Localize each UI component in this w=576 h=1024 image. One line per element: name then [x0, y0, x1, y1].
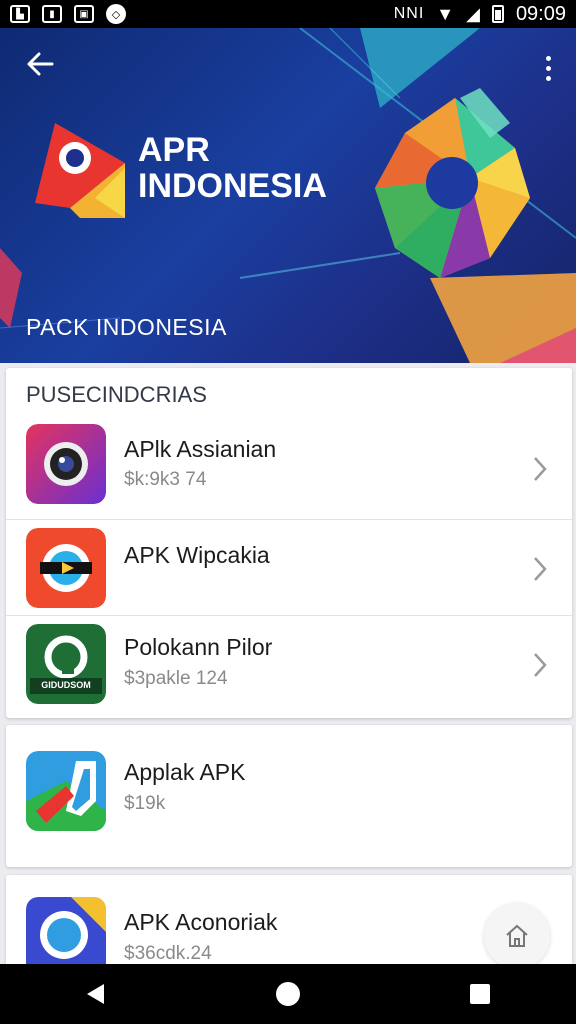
- signal-text: NNI: [393, 5, 425, 22]
- hero-banner: APR INDONESIA PACK INDONESIA: [0, 28, 576, 363]
- list-item[interactable]: GIDUDSOM Polokann Pilor $3pakle 124: [6, 616, 572, 712]
- app-name: Applak APK: [124, 759, 246, 785]
- app-name: APK Aconoriak: [124, 909, 278, 935]
- navigation-bar: [0, 964, 576, 1024]
- app-icon-label: GIDUDSOM: [41, 680, 91, 690]
- list-item[interactable]: APK Wipcakia: [6, 520, 572, 616]
- sync-icon: ◇: [106, 4, 126, 24]
- nav-back-icon[interactable]: [66, 969, 126, 1019]
- image-icon: ▣: [74, 5, 94, 23]
- back-arrow-icon[interactable]: [20, 48, 60, 88]
- app-list-card: PUSECINDCRIAS APlk Assianian $k:9k3 74 A…: [6, 368, 572, 718]
- app-size: $k:9k3 74: [124, 469, 207, 490]
- app-name: APlk Assianian: [124, 436, 277, 462]
- status-bar: ▙ ▮ ▣ ◇ NNI ▼ ◢ 09:09: [0, 0, 576, 28]
- cell-signal-icon: ◢: [466, 3, 480, 24]
- wifi-icon: ▼: [436, 3, 455, 24]
- nav-recents-icon[interactable]: [450, 969, 510, 1019]
- hero-subtitle: PACK INDONESIA: [26, 314, 227, 340]
- emblem-graphic: [375, 88, 530, 278]
- app-size: $3pakle 124: [124, 668, 228, 689]
- clock: 09:09: [515, 2, 566, 25]
- app-size: $19k: [124, 793, 166, 814]
- section-title: PUSECINDCRIAS: [26, 382, 207, 407]
- battery-icon: [491, 5, 504, 23]
- download-icon: ▮: [42, 5, 62, 23]
- app-card[interactable]: Applak APK $19k: [6, 725, 572, 867]
- nav-home-icon[interactable]: [258, 969, 318, 1019]
- brand-logo: [35, 123, 125, 218]
- app-size: $36cdk.24: [124, 943, 212, 964]
- camera-app-icon: [26, 424, 106, 504]
- video-app-icon: [26, 528, 106, 608]
- green-app-icon: GIDUDSOM: [26, 624, 106, 704]
- app-name: Polokann Pilor: [124, 634, 273, 660]
- brand-title: APR INDONESIA: [138, 132, 327, 204]
- more-vert-icon[interactable]: [536, 48, 560, 88]
- maps-app-icon: [26, 751, 106, 831]
- notification-icon: ▙: [10, 5, 30, 23]
- home-icon[interactable]: [484, 903, 550, 969]
- brand-line1: APR: [138, 131, 210, 169]
- brand-line2: INDONESIA: [138, 167, 327, 205]
- list-item[interactable]: APlk Assianian $k:9k3 74: [6, 424, 572, 520]
- app-name: APK Wipcakia: [124, 542, 270, 568]
- chevron-right-icon: [534, 653, 547, 677]
- chevron-right-icon: [534, 557, 547, 581]
- chevron-right-icon: [534, 457, 547, 481]
